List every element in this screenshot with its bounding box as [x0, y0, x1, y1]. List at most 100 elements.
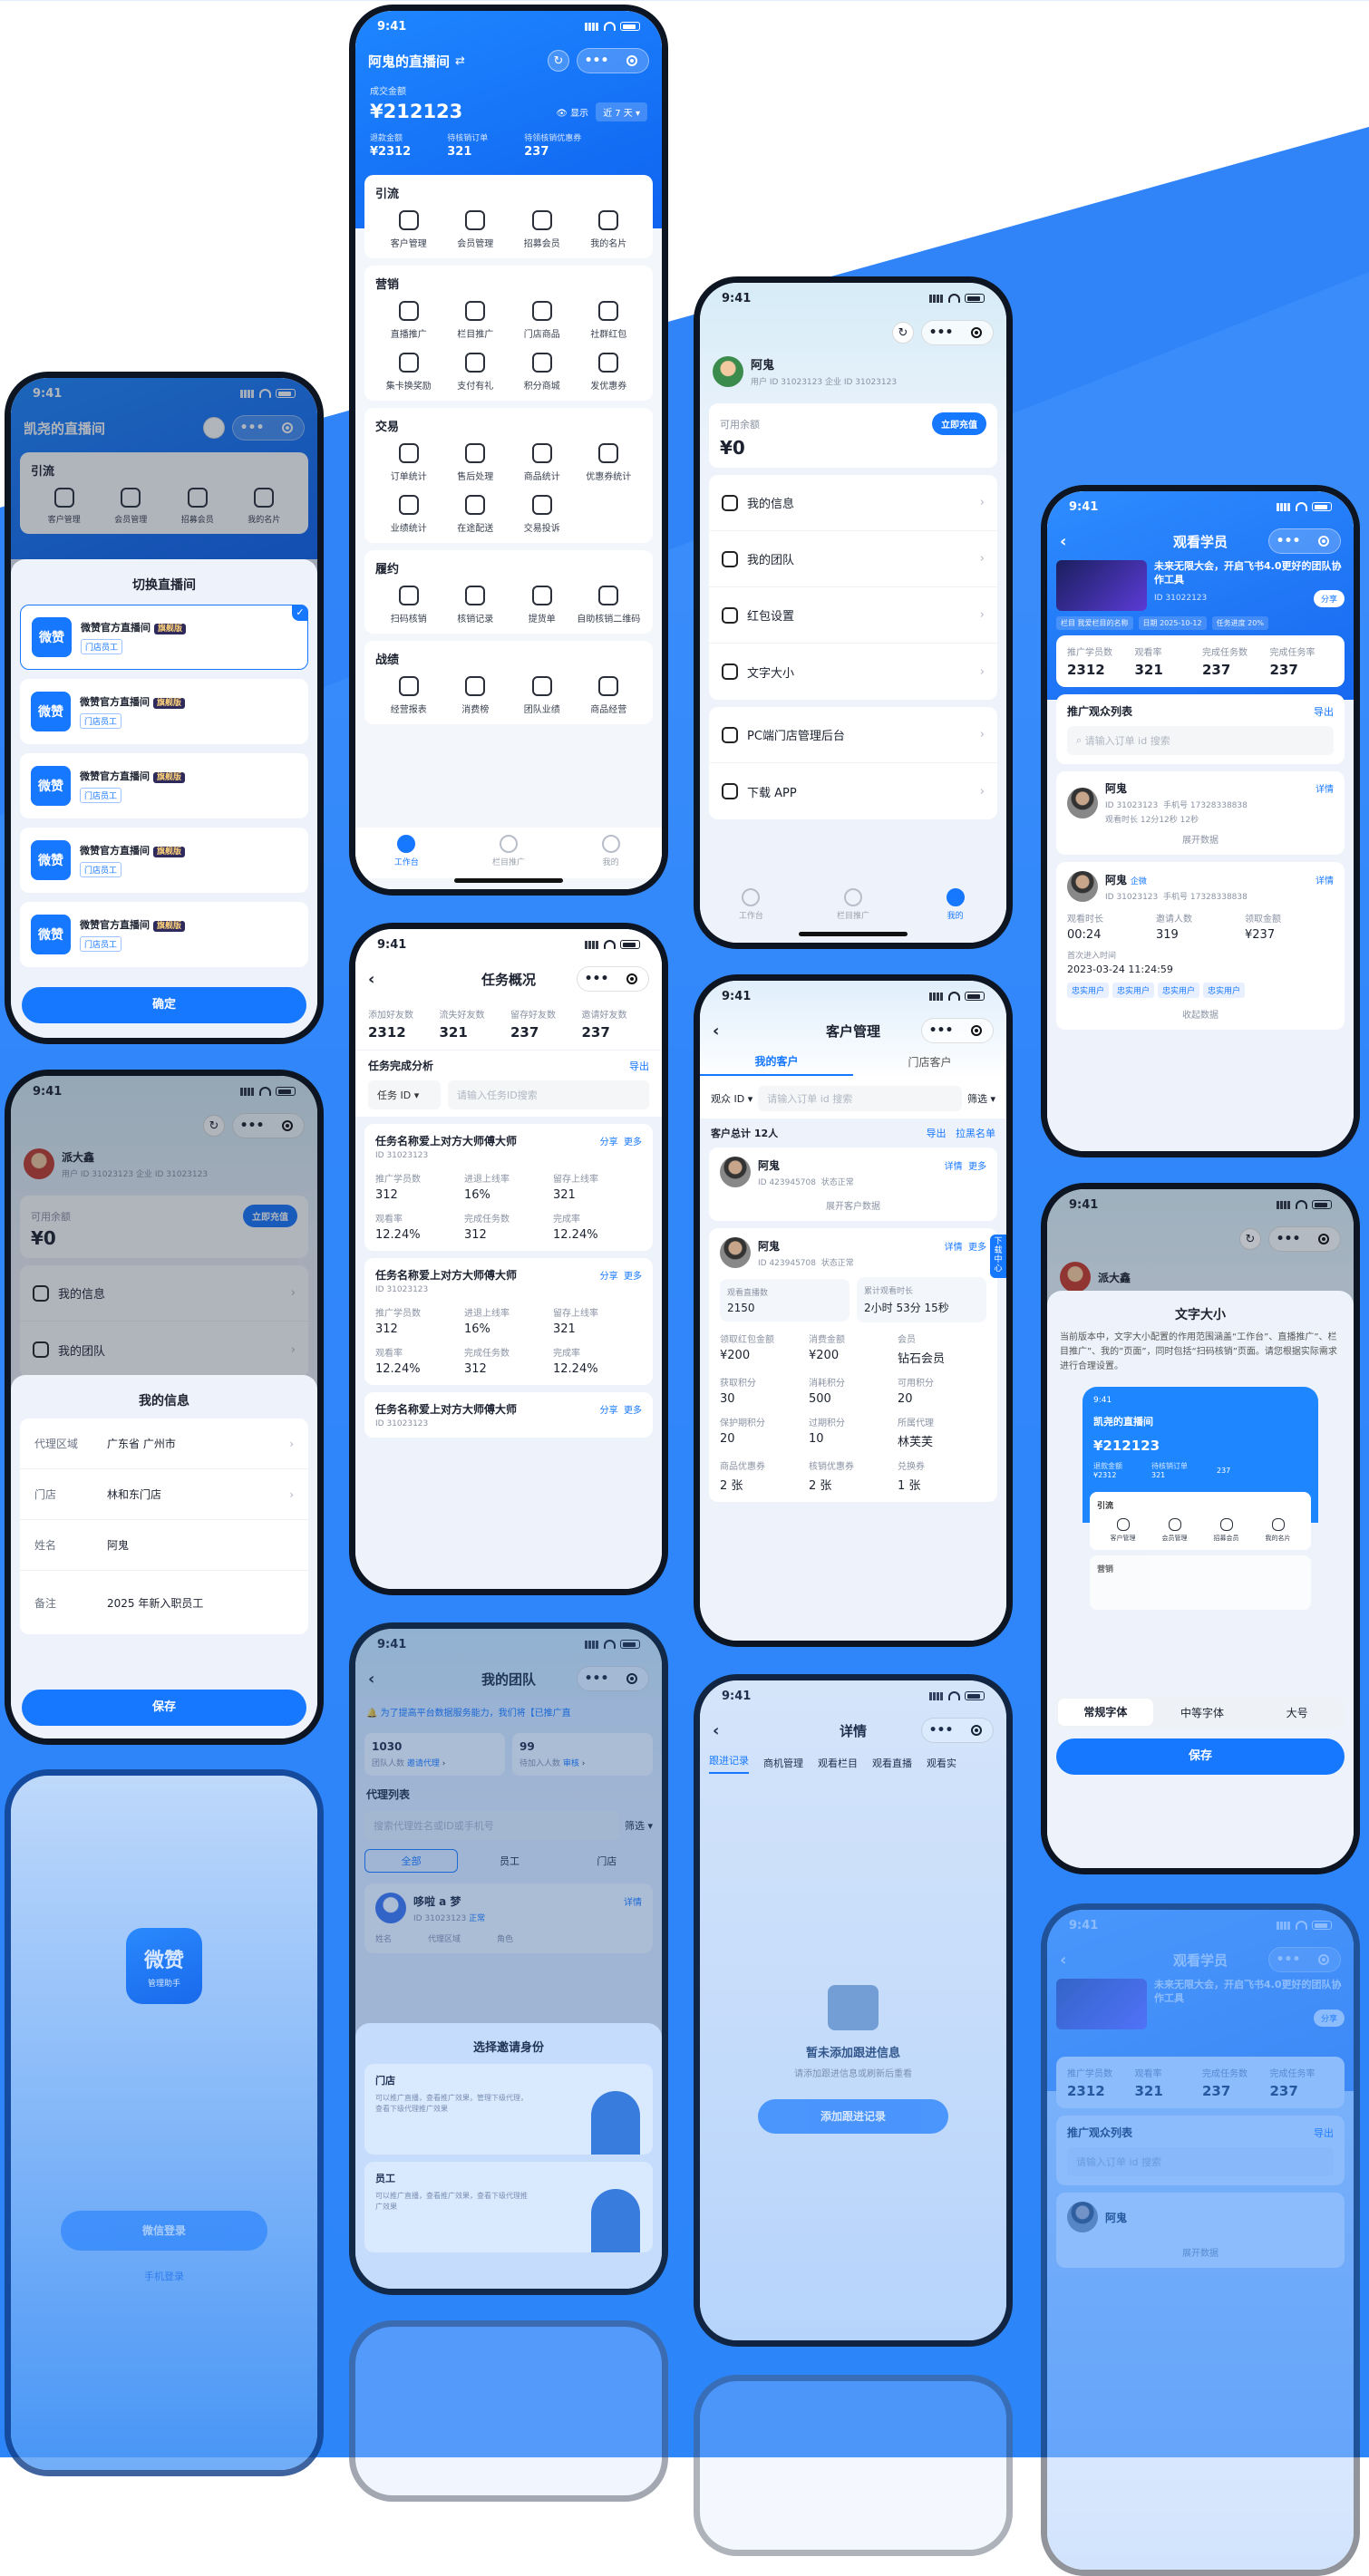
menu-item[interactable]: 消费榜 — [442, 676, 510, 715]
menu-item[interactable]: 提货单 — [509, 586, 576, 625]
collapse-data[interactable]: 收起数据 — [1067, 1007, 1334, 1021]
swap-icon[interactable]: ⇄ — [455, 54, 465, 68]
room-option[interactable]: 微赞 微赞官方直播间 旗舰版 门店员工 — [20, 679, 308, 744]
share-link[interactable]: 分享 — [600, 1406, 618, 1416]
menu-item[interactable]: 积分商城 — [509, 353, 576, 392]
menu-item[interactable]: 团队业绩 — [509, 676, 576, 715]
capsule-menu[interactable]: ••• — [921, 1718, 994, 1743]
show-toggle[interactable]: 👁 显示 — [556, 105, 588, 119]
detail-link[interactable]: 详情 — [1316, 873, 1334, 886]
font-normal[interactable]: 常规字体 — [1058, 1699, 1153, 1726]
menu-item[interactable]: 直播推广 — [375, 301, 442, 340]
font-medium[interactable]: 中等字体 — [1155, 1705, 1250, 1720]
more-link[interactable]: 更多 — [624, 1406, 642, 1416]
refresh-icon[interactable]: ↻ — [548, 50, 569, 72]
menu-pc-backend[interactable]: PC端门店管理后台 › — [709, 707, 997, 763]
back-icon[interactable]: ‹ — [1060, 1951, 1078, 1970]
more-link[interactable]: 更多 — [624, 1272, 642, 1282]
confirm-button[interactable]: 确定 — [22, 987, 306, 1023]
detail-link[interactable]: 详情 — [945, 1243, 963, 1253]
capsule-menu[interactable]: ••• — [1268, 528, 1341, 554]
option-staff[interactable]: 员工 可以推广直播，查看推广效果，查看下级代理推广效果 — [364, 2162, 653, 2252]
room-option[interactable]: 微赞 微赞官方直播间 旗舰版 门店员工 — [20, 828, 308, 893]
tab-watched-live[interactable]: 观看直播 — [872, 1756, 912, 1770]
tab-watched-other[interactable]: 观看实 — [927, 1756, 956, 1770]
menu-item[interactable]: 门店商品 — [509, 301, 576, 340]
tab-opportunity[interactable]: 商机管理 — [763, 1756, 803, 1770]
capsule-menu[interactable]: ••• — [577, 966, 649, 992]
menu-item[interactable]: 集卡换奖励 — [375, 353, 442, 392]
menu-item[interactable]: 交易投诉 — [509, 495, 576, 534]
menu-font-size[interactable]: 文字大小 › — [709, 644, 997, 700]
room-option[interactable]: 微赞 微赞官方直播间 旗舰版 门店员工 — [20, 753, 308, 818]
menu-item[interactable]: 在途配送 — [442, 495, 510, 534]
save-button[interactable]: 保存 — [22, 1690, 306, 1726]
menu-item[interactable]: 商品经营 — [576, 676, 643, 715]
filter-button[interactable]: 筛选 ▾ — [967, 1091, 995, 1106]
detail-link[interactable]: 详情 — [1316, 781, 1334, 795]
font-large[interactable]: 大号 — [1249, 1705, 1345, 1720]
tab-mine[interactable]: 我的 — [904, 888, 1006, 932]
share-link[interactable]: 分享 — [600, 1138, 618, 1148]
search-input[interactable]: 请输入订单 id 搜索 — [758, 1086, 962, 1111]
save-button[interactable]: 保存 — [1056, 1738, 1345, 1775]
menu-item[interactable]: 客户管理 — [375, 210, 442, 249]
menu-item[interactable]: 支付有礼 — [442, 353, 510, 392]
menu-red-packet[interactable]: 红包设置 › — [709, 587, 997, 644]
tab-my-customers[interactable]: 我的客户 — [700, 1053, 853, 1076]
filter-select[interactable]: 任务 ID ▾ — [368, 1080, 441, 1109]
search-input[interactable]: 请输入任务ID搜索 — [448, 1080, 649, 1109]
search-input[interactable]: ⌕ 请输入订单 id 搜索 — [1067, 726, 1334, 755]
option-store[interactable]: 门店 可以推广直播，查看推广效果，管理下级代理，查看下级代理推广效果 — [364, 2064, 653, 2155]
tab-store-customers[interactable]: 门店客户 — [853, 1054, 1006, 1075]
refresh-icon[interactable]: ↻ — [892, 322, 914, 344]
menu-item[interactable]: 自助核销二维码 — [576, 586, 643, 625]
share-button[interactable]: 分享 — [1313, 589, 1345, 607]
menu-item[interactable]: 商品统计 — [509, 443, 576, 482]
share-button[interactable]: 分享 — [1313, 2009, 1345, 2027]
menu-download-app[interactable]: 下载 APP › — [709, 763, 997, 819]
filter-select[interactable]: 观众 ID ▾ — [711, 1091, 752, 1106]
recharge-button[interactable]: 立即充值 — [932, 412, 986, 435]
more-link[interactable]: 更多 — [624, 1138, 642, 1148]
room-option[interactable]: 微赞 微赞官方直播间 旗舰版 门店员工 — [20, 902, 308, 967]
tab-column-promo[interactable]: 栏目推广 — [458, 835, 560, 878]
export-link[interactable]: 导出 — [629, 1059, 649, 1073]
share-link[interactable]: 分享 — [600, 1272, 618, 1282]
back-icon[interactable]: ‹ — [1060, 532, 1078, 551]
menu-item[interactable]: 业绩统计 — [375, 495, 442, 534]
more-link[interactable]: 更多 — [968, 1243, 986, 1253]
field-store[interactable]: 门店 林和东门店 › — [20, 1469, 308, 1520]
period-select[interactable]: 近 7 天 ▾ — [596, 102, 647, 121]
field-note[interactable]: 备注 2025 年新入职员工 — [20, 1571, 308, 1634]
field-name[interactable]: 姓名 阿鬼 — [20, 1520, 308, 1571]
menu-item[interactable]: 订单统计 — [375, 443, 442, 482]
detail-link[interactable]: 详情 — [945, 1162, 963, 1172]
avatar[interactable] — [713, 355, 743, 387]
menu-my-team[interactable]: 我的团队 › — [709, 531, 997, 587]
tab-watched-columns[interactable]: 观看栏目 — [818, 1756, 858, 1770]
export-link[interactable]: 导出 — [927, 1128, 947, 1139]
back-icon[interactable]: ‹ — [713, 1721, 731, 1740]
capsule-menu[interactable]: ••• — [577, 48, 649, 73]
menu-item[interactable]: 扫码核销 — [375, 586, 442, 625]
menu-item[interactable]: 核销记录 — [442, 586, 510, 625]
menu-item[interactable]: 经营报表 — [375, 676, 442, 715]
tab-workbench[interactable]: 工作台 — [700, 888, 802, 932]
capsule-menu[interactable]: ••• — [1268, 1947, 1341, 1972]
menu-item[interactable]: 社群红包 — [576, 301, 643, 340]
more-link[interactable]: 更多 — [968, 1162, 986, 1172]
tab-column-promo[interactable]: 栏目推广 — [802, 888, 905, 932]
field-region[interactable]: 代理区域 广东省 广州市 › — [20, 1419, 308, 1469]
capsule-menu[interactable]: ••• — [921, 320, 994, 345]
menu-item[interactable]: 招募会员 — [509, 210, 576, 249]
download-center-tab[interactable]: 下载中心 — [990, 1235, 1006, 1278]
menu-item[interactable]: 优惠券统计 — [576, 443, 643, 482]
room-option[interactable]: 微赞 微赞官方直播间 旗舰版 门店员工 ✓ — [20, 605, 308, 670]
expand-data[interactable]: 展开客户数据 — [720, 1198, 986, 1212]
expand-data[interactable]: 展开数据 — [1067, 832, 1334, 846]
phone-login-link[interactable]: 手机登录 — [11, 2269, 317, 2283]
menu-item[interactable]: 我的名片 — [576, 210, 643, 249]
back-icon[interactable]: ‹ — [368, 970, 386, 989]
menu-item[interactable]: 栏目推广 — [442, 301, 510, 340]
